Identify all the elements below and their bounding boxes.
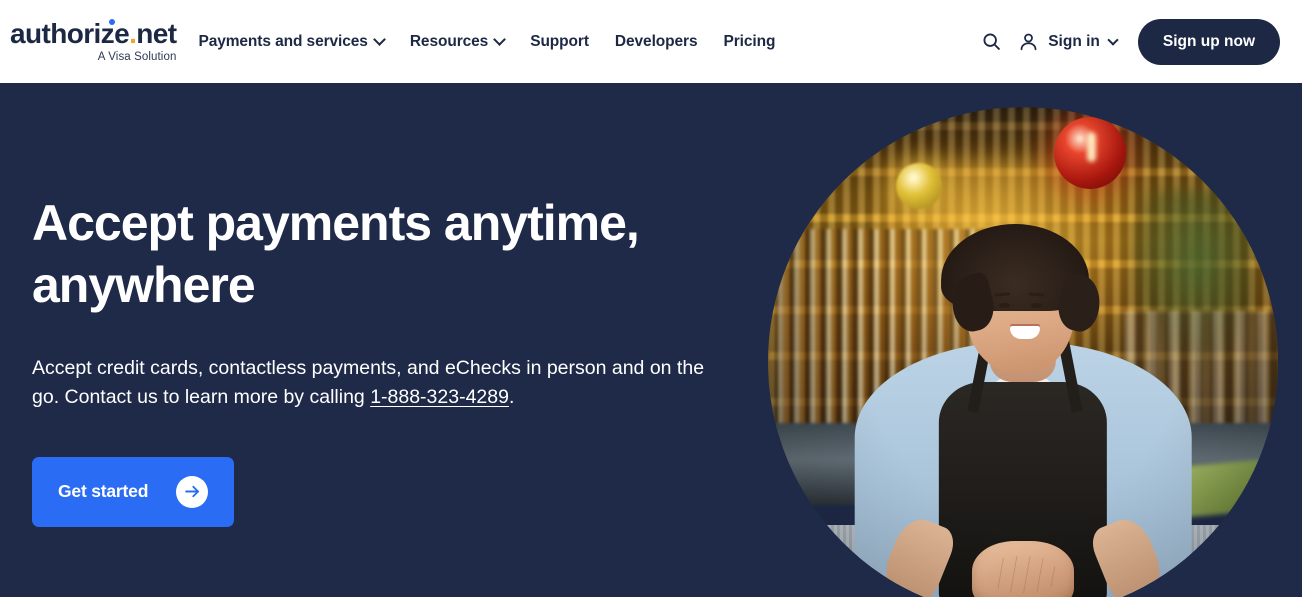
hero-headline: Accept payments anytime, anywhere	[32, 195, 640, 313]
logo-suffix-text: net	[136, 17, 177, 49]
hero-section: Accept payments anytime, anywhere Accept…	[0, 83, 1302, 597]
page-root: authorize.net A Visa Solution Payments a…	[0, 0, 1302, 597]
logo-blue-dot-icon	[109, 18, 115, 25]
nav-label: Pricing	[723, 32, 776, 50]
nav-label: Support	[530, 32, 589, 50]
sign-in-label: Sign in	[1048, 32, 1100, 50]
hero-description-lead: Accept credit cards, contactless payment…	[32, 357, 705, 408]
user-icon	[1018, 31, 1039, 52]
hero-image	[768, 107, 1278, 597]
header-actions: Sign in Sign up now	[981, 18, 1280, 65]
nav-item-developers[interactable]: Developers	[615, 33, 698, 51]
site-header: authorize.net A Visa Solution Payments a…	[0, 0, 1302, 83]
hero-description: Accept credit cards, contactless payment…	[32, 354, 722, 412]
site-logo[interactable]: authorize.net A Visa Solution	[10, 17, 177, 64]
hero-image-scene	[768, 107, 1278, 597]
get-started-button[interactable]: Get started	[32, 456, 235, 527]
nav-item-payments-and-services[interactable]: Payments and services	[198, 32, 386, 51]
get-started-label: Get started	[58, 481, 149, 502]
nav-item-support[interactable]: Support	[530, 33, 589, 51]
nav-item-pricing[interactable]: Pricing	[724, 33, 776, 51]
chevron-down-icon	[493, 33, 507, 46]
arrow-right-circle-icon	[176, 475, 209, 508]
image-vignette	[768, 107, 1278, 597]
hero-content: Accept payments anytime, anywhere Accept…	[32, 193, 732, 527]
logo-tagline: A Visa Solution	[97, 50, 177, 63]
nav-label: Developers	[614, 32, 698, 50]
sign-up-now-button[interactable]: Sign up now	[1137, 18, 1280, 65]
main-navigation: Payments and services Resources Support …	[198, 33, 775, 51]
search-icon[interactable]	[981, 31, 1002, 52]
chevron-down-icon	[372, 33, 386, 46]
nav-item-resources[interactable]: Resources	[409, 32, 507, 51]
nav-label: Payments and services	[198, 32, 368, 50]
sign-in-button[interactable]: Sign in	[1018, 31, 1119, 52]
nav-label: Resources	[409, 32, 489, 50]
chevron-down-icon	[1107, 33, 1119, 46]
phone-number-link[interactable]: 1-888-323-4289	[370, 386, 509, 408]
logo-wordmark: authorize.net	[10, 17, 177, 49]
hero-description-tail: .	[508, 385, 515, 408]
